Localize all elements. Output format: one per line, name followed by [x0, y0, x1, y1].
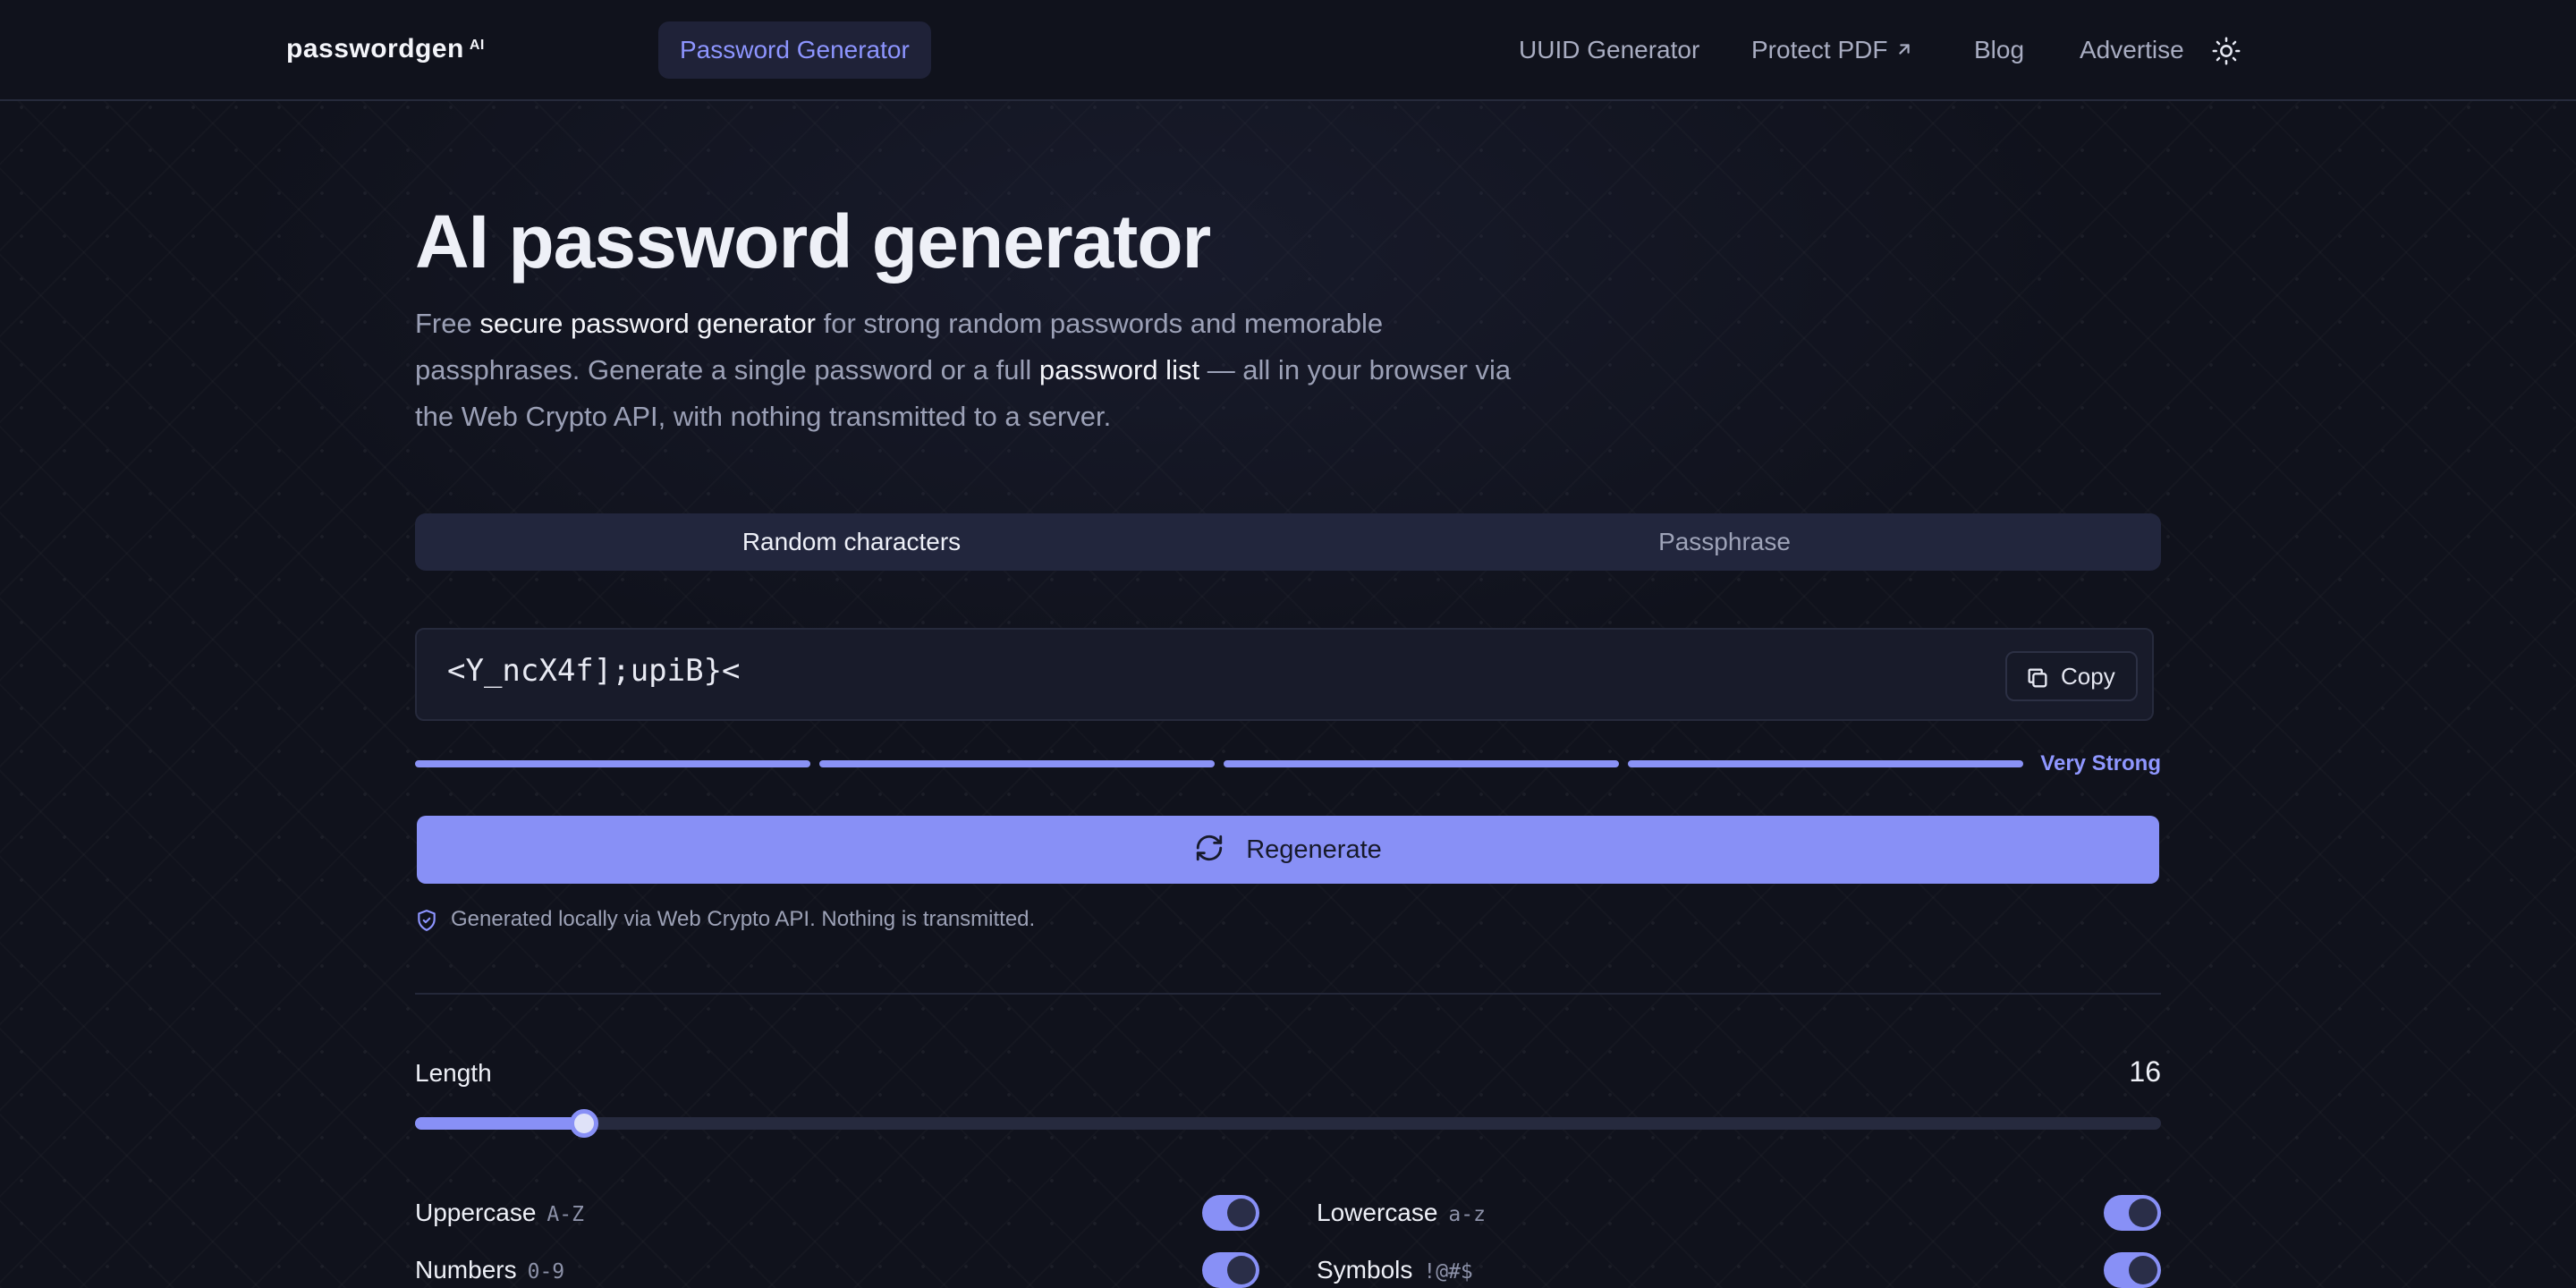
- length-value: 16: [2129, 1055, 2161, 1088]
- logo-superscript: AI: [469, 38, 485, 53]
- length-slider[interactable]: [415, 1109, 2161, 1138]
- option-symbols-label: Symbols !@#$: [1317, 1256, 1473, 1284]
- toggle-knob: [2129, 1256, 2157, 1284]
- option-lowercase-hint: a-z: [1448, 1203, 1486, 1226]
- logo-text: passwordgen: [286, 34, 464, 64]
- toggle-uppercase[interactable]: [1202, 1195, 1259, 1231]
- length-slider-thumb[interactable]: [570, 1109, 598, 1138]
- option-uppercase-text: Uppercase: [415, 1199, 537, 1226]
- toggle-knob: [1227, 1199, 1256, 1227]
- toggle-numbers[interactable]: [1202, 1252, 1259, 1288]
- theme-toggle-button[interactable]: [2211, 36, 2241, 66]
- option-uppercase-label: Uppercase A-Z: [415, 1199, 584, 1227]
- toggle-knob: [1227, 1256, 1256, 1284]
- strength-segment: [1628, 760, 2023, 767]
- option-symbols-text: Symbols: [1317, 1256, 1413, 1284]
- intro-paragraph: Free secure password generator for stron…: [415, 301, 1542, 440]
- toggle-knob: [2129, 1199, 2157, 1227]
- copy-button-label: Copy: [2061, 663, 2115, 690]
- option-symbols: Symbols !@#$: [1317, 1252, 2161, 1288]
- option-numbers-hint: 0-9: [527, 1260, 565, 1284]
- strength-label: Very Strong: [2040, 751, 2161, 775]
- refresh-icon: [1197, 835, 1223, 861]
- option-symbols-hint: !@#$: [1423, 1260, 1473, 1284]
- nav-item-uuid-generator[interactable]: UUID Generator: [1519, 21, 1699, 79]
- option-uppercase: Uppercase A-Z: [415, 1195, 1259, 1231]
- strength-segment: [1224, 760, 1619, 767]
- divider: [415, 993, 2161, 995]
- shield-check-icon: [418, 910, 436, 931]
- option-numbers: Numbers 0-9: [415, 1252, 1259, 1288]
- toggle-lowercase[interactable]: [2104, 1195, 2161, 1231]
- option-numbers-text: Numbers: [415, 1256, 517, 1284]
- option-lowercase-label: Lowercase a-z: [1317, 1199, 1486, 1227]
- option-lowercase: Lowercase a-z: [1317, 1195, 2161, 1231]
- copy-icon: [2028, 668, 2047, 688]
- top-nav: passwordgen AI Password Generator UUID Ge…: [0, 0, 2576, 101]
- sun-icon: [2212, 37, 2241, 65]
- nav-item-blog[interactable]: Blog: [1974, 21, 2024, 79]
- option-uppercase-hint: A-Z: [547, 1203, 584, 1226]
- site-logo[interactable]: passwordgen AI: [286, 34, 485, 64]
- strength-segment: [415, 760, 810, 767]
- privacy-note: Generated locally via Web Crypto API. No…: [415, 907, 1035, 932]
- strength-meter: [415, 760, 2161, 767]
- option-lowercase-text: Lowercase: [1317, 1199, 1438, 1226]
- tab-random-characters[interactable]: Random characters: [415, 513, 1288, 571]
- generated-password[interactable]: <Y_ncX4f];upiB}<: [447, 653, 741, 689]
- password-output: <Y_ncX4f];upiB}< Copy: [415, 628, 2154, 721]
- regenerate-label: Regenerate: [1246, 835, 1382, 864]
- nav-item-advertise[interactable]: Advertise: [2080, 21, 2184, 79]
- privacy-note-text: Generated locally via Web Crypto API. No…: [451, 907, 1036, 931]
- nav-item-password-generator[interactable]: Password Generator: [658, 21, 931, 79]
- nav-item-protect-pdf-label: Protect PDF: [1751, 36, 1888, 64]
- mode-tabs: Random characters Passphrase: [415, 513, 2161, 571]
- external-arrow-icon: [1899, 43, 1911, 55]
- length-slider-fill: [415, 1117, 584, 1130]
- page-title: AI password generator: [415, 199, 1211, 284]
- length-label: Length: [415, 1059, 492, 1087]
- strength-segment: [819, 760, 1215, 767]
- intro-link-secure-password-generator[interactable]: secure password generator: [479, 308, 816, 339]
- regenerate-button[interactable]: Regenerate: [417, 816, 2159, 884]
- nav-item-protect-pdf[interactable]: Protect PDF: [1751, 21, 1914, 79]
- option-numbers-label: Numbers 0-9: [415, 1256, 564, 1284]
- intro-link-password-list[interactable]: password list: [1039, 354, 1199, 386]
- intro-text-1: Free: [415, 308, 480, 339]
- tab-passphrase[interactable]: Passphrase: [1288, 513, 2161, 571]
- toggle-symbols[interactable]: [2104, 1252, 2161, 1288]
- copy-button[interactable]: Copy: [2005, 651, 2138, 701]
